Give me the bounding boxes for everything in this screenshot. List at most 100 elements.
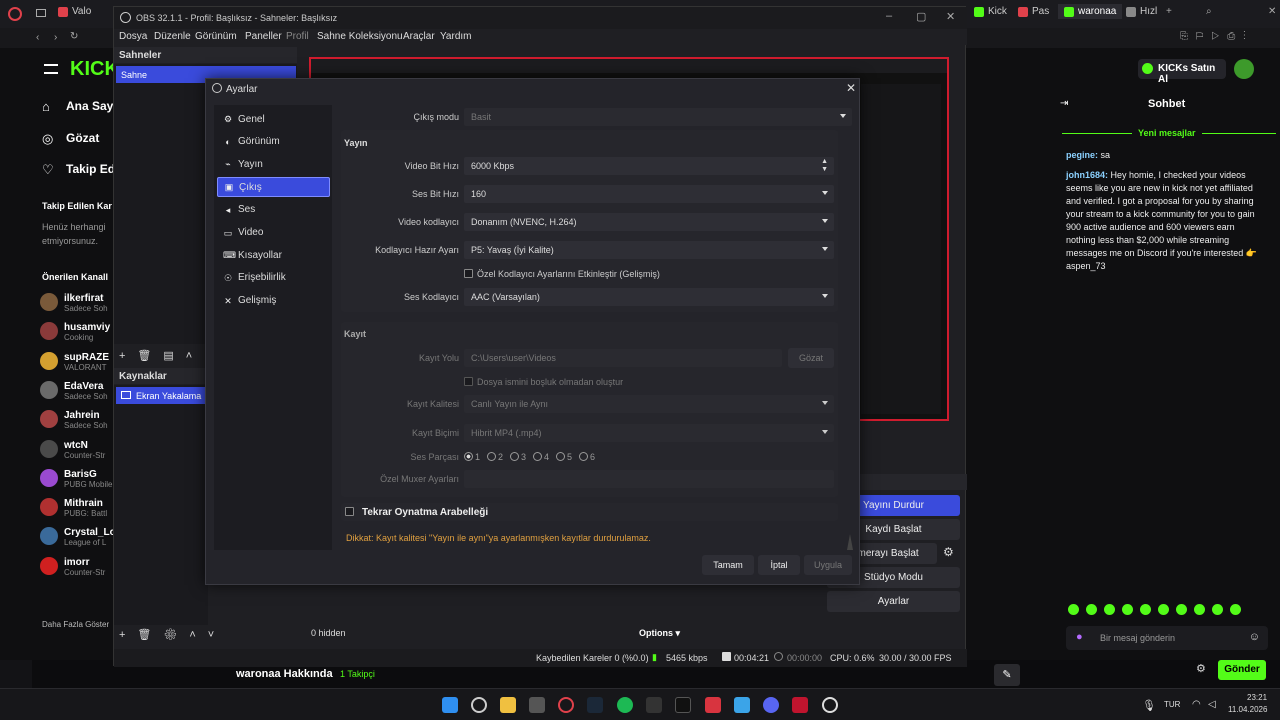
search-icon[interactable]: [471, 697, 487, 713]
recommended-channel[interactable]: wtcN Counter-Str: [40, 439, 105, 461]
recommended-channel[interactable]: BarisG PUBG Mobile: [40, 468, 112, 490]
tiktok-icon[interactable]: [675, 697, 691, 713]
language-indicator[interactable]: TUR: [1164, 700, 1180, 709]
recommended-channel[interactable]: imorr Counter-Str: [40, 556, 105, 578]
recommended-channel[interactable]: Mithrain PUBG: Battl: [40, 498, 107, 519]
audio-track-radio[interactable]: [510, 452, 519, 461]
audio-bitrate-select[interactable]: 160: [464, 185, 834, 203]
apply-button[interactable]: Uygula: [804, 555, 852, 575]
spin-arrows-icon[interactable]: ▲ ▼: [821, 158, 828, 174]
settings-nav-item[interactable]: ◐ Görünüm: [217, 132, 330, 152]
emoji-icon[interactable]: ☺: [1249, 631, 1260, 643]
store-icon[interactable]: [529, 697, 545, 713]
kick-logo[interactable]: KICK: [70, 58, 119, 81]
epic-icon[interactable]: [646, 697, 662, 713]
riot-icon[interactable]: [792, 697, 808, 713]
app-icon[interactable]: [734, 697, 750, 713]
muxer-input[interactable]: [464, 470, 834, 488]
opera-logo-icon[interactable]: [8, 7, 22, 21]
menu-yardim[interactable]: Yardım: [440, 31, 472, 42]
source-toolbar[interactable]: +🗑⚙˄˅: [119, 628, 226, 641]
spotify-icon[interactable]: [617, 697, 633, 713]
explorer-icon[interactable]: [500, 697, 516, 713]
wifi-icon[interactable]: ◠: [1192, 699, 1201, 710]
video-bitrate-spinbox[interactable]: 6000 Kbps ▲ ▼: [464, 157, 834, 175]
rec-quality-select[interactable]: Canlı Yayın ile Aynı: [464, 395, 834, 413]
search-icon[interactable]: ⌕: [1206, 6, 1212, 17]
settings-nav-item[interactable]: ☉ Erişebilirlik: [217, 268, 330, 288]
minimize-icon[interactable]: –: [886, 10, 892, 22]
recommended-channel[interactable]: ilkerfirat Sadece Soh: [40, 293, 108, 314]
options-button[interactable]: Options ▾: [639, 628, 680, 639]
close-window-icon[interactable]: ✕: [1268, 6, 1276, 17]
send-button[interactable]: Gönder: [1218, 660, 1266, 680]
custom-encoder-checkbox[interactable]: [464, 269, 473, 278]
recommended-channel[interactable]: husamviy Cooking: [40, 322, 110, 343]
reload-icon[interactable]: ↻: [70, 31, 78, 42]
menu-araclar[interactable]: Araçlar: [403, 31, 435, 42]
menu-duzenle[interactable]: Düzenle: [154, 31, 191, 42]
back-icon[interactable]: ‹: [36, 32, 39, 43]
rec-format-select[interactable]: Hibrit MP4 (.mp4): [464, 424, 834, 442]
source-item[interactable]: Ekran Yakalama: [116, 387, 208, 404]
audio-track-radio[interactable]: [556, 452, 565, 461]
scene-toolbar[interactable]: +🗑▤˄: [119, 349, 204, 362]
forward-icon[interactable]: ›: [54, 32, 57, 43]
audio-track-radio[interactable]: [487, 452, 496, 461]
camera-settings-icon[interactable]: ⚙: [943, 545, 954, 559]
menu-gorunum[interactable]: Görünüm: [195, 31, 237, 42]
nav-following[interactable]: Takip Edi: [66, 162, 118, 176]
menu-dosya[interactable]: Dosya: [119, 31, 147, 42]
ok-button[interactable]: Tamam: [702, 555, 754, 575]
recommended-channel[interactable]: Jahrein Sadece Soh: [40, 410, 108, 431]
clock-date[interactable]: 11.04.2026: [1228, 705, 1267, 714]
audio-encoder-select[interactable]: AAC (Varsayılan): [464, 288, 834, 306]
buy-kicks-button[interactable]: KICKs Satın Al: [1138, 59, 1226, 85]
audio-track-radio[interactable]: [464, 452, 473, 461]
video-encoder-select[interactable]: Donanım (NVENC, H.264): [464, 213, 834, 231]
no-space-checkbox[interactable]: [464, 377, 473, 386]
obs-taskbar-icon[interactable]: [822, 697, 838, 713]
start-icon[interactable]: [442, 697, 458, 713]
menu-icon[interactable]: [44, 64, 58, 74]
valorant-icon[interactable]: [705, 697, 721, 713]
close-icon[interactable]: ✕: [846, 81, 856, 95]
clock-time[interactable]: 23:21: [1247, 693, 1267, 702]
replay-buffer-checkbox[interactable]: [345, 507, 354, 516]
recommended-channel[interactable]: Crystal_Lo League of L: [40, 527, 116, 548]
chat-settings-icon[interactable]: ⚙: [1196, 662, 1206, 675]
show-more-link[interactable]: Daha Fazla Göster: [42, 620, 109, 629]
recommended-channel[interactable]: supRAZE VALORANT: [40, 351, 109, 373]
cancel-button[interactable]: İptal: [758, 555, 800, 575]
maximize-icon[interactable]: ▢: [916, 10, 926, 23]
tab-kick[interactable]: Kick: [974, 6, 1007, 17]
volume-icon[interactable]: ◁: [1208, 699, 1216, 710]
emote-bar[interactable]: [1068, 604, 1241, 615]
rec-path-input[interactable]: C:\Users\user\Videos: [464, 349, 782, 367]
browse-button[interactable]: Gözat: [788, 348, 834, 368]
steam-icon[interactable]: [587, 697, 603, 713]
edit-icon[interactable]: ✎: [994, 664, 1020, 686]
tabs-icon[interactable]: [36, 9, 46, 17]
scrollbar[interactable]: [847, 534, 853, 550]
toolbar-icons[interactable]: ⎘⚐▷⎙⋮: [1180, 31, 1254, 42]
recommended-channel[interactable]: EdaVera Sadece Soh: [40, 380, 108, 402]
audio-track-radio[interactable]: [579, 452, 588, 461]
mic-tray-icon[interactable]: 🎙: [1142, 699, 1156, 712]
tab-waronaa[interactable]: waronaa: [1058, 4, 1123, 19]
opera-gx-icon[interactable]: [558, 697, 574, 713]
tab-hizli[interactable]: Hızl: [1126, 6, 1157, 17]
nav-home[interactable]: Ana Sayf: [66, 99, 117, 113]
menu-paneller[interactable]: Paneller: [245, 31, 282, 42]
menu-profil[interactable]: Profil: [286, 31, 309, 42]
settings-button[interactable]: Ayarlar: [827, 591, 960, 612]
menu-sahne-koleksiyonu[interactable]: Sahne Koleksiyonu: [317, 31, 403, 42]
discord-icon[interactable]: [763, 697, 779, 713]
close-icon[interactable]: ✕: [946, 10, 955, 23]
collapse-chat-icon[interactable]: ⇥: [1060, 98, 1068, 109]
tab-valo[interactable]: Valo: [58, 6, 91, 17]
mic-icon[interactable]: ●: [1076, 631, 1083, 643]
new-tab-button[interactable]: +: [1166, 6, 1172, 17]
tab-pas[interactable]: Pas: [1018, 6, 1049, 17]
nav-browse[interactable]: Gözat: [66, 131, 99, 145]
